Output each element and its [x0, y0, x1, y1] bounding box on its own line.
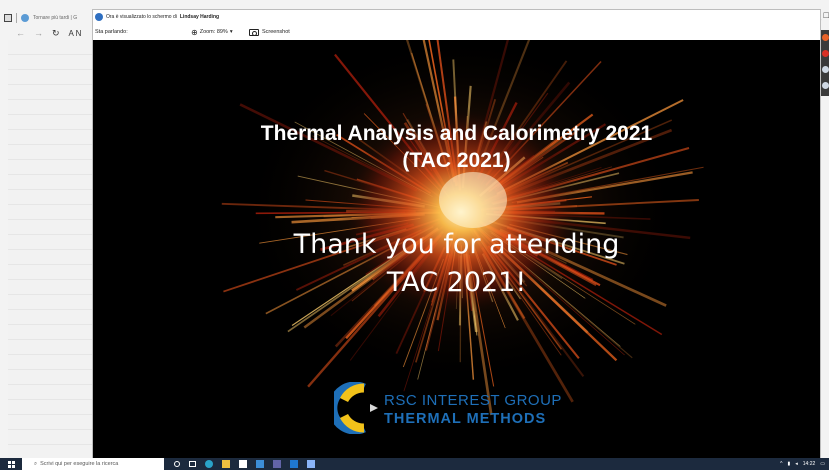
zoom-control[interactable]: ⊕ Zoom: 89% ▾	[191, 28, 249, 37]
windows-start-icon[interactable]	[0, 458, 22, 470]
teams-app-icon	[95, 12, 103, 21]
chevron-up-icon[interactable]: ^	[780, 461, 782, 467]
thermal-methods-logo-icon	[334, 382, 378, 434]
screen: Tornare più tardi | G ← → ↻ A N _ □ Ora …	[0, 0, 829, 470]
screenshot-label: Screenshot	[262, 29, 290, 35]
thank-you-line-1: Thank you for attending	[293, 229, 620, 260]
search-icon: ⌕	[34, 460, 38, 467]
clock-time: 14:22	[802, 460, 816, 467]
app-shortcut-icon[interactable]	[822, 82, 829, 89]
chevron-down-icon: ▾	[229, 29, 233, 35]
teams-icon[interactable]	[273, 460, 281, 468]
reload-icon[interactable]: ↻	[52, 28, 60, 39]
slide-title-line-2: (TAC 2021)	[402, 149, 511, 172]
forward-arrow-icon[interactable]: →	[34, 28, 43, 38]
task-view-icon[interactable]	[189, 461, 196, 467]
speaking-label: Sta parlando:	[95, 29, 128, 35]
slide-title-line-1: Thermal Analysis and Calorimetry 2021	[260, 122, 653, 145]
shared-slide: Thermal Analysis and Calorimetry 2021 (T…	[93, 40, 820, 458]
browser-nav-bar: ← → ↻ A N	[0, 26, 100, 40]
logo-line-2: THERMAL METHODS	[384, 411, 547, 427]
divider	[16, 13, 17, 23]
screenshot-button[interactable]: Screenshot	[249, 28, 290, 36]
share-title-prefix: Ora è visualizzato lo schermo di	[106, 13, 177, 20]
network-icon[interactable]: ▮	[787, 461, 790, 467]
tab-actions-icon[interactable]	[4, 14, 12, 22]
taskbar-apps	[164, 458, 315, 470]
store-icon[interactable]	[239, 460, 247, 468]
rsc-thermal-methods-logo: RSC INTEREST GROUP THERMAL METHODS	[334, 382, 574, 434]
slide-title: Thermal Analysis and Calorimetry 2021 (T…	[93, 120, 820, 174]
browser-tab-title[interactable]: Tornare più tardi | G	[33, 15, 81, 21]
background-page-content	[8, 40, 92, 458]
thank-you-line-2: TAC 2021!	[386, 267, 527, 298]
share-title-bar: Ora è visualizzato lo schermo di Lindsay…	[93, 10, 820, 23]
taskbar: ⌕ Scrivi qui per eseguire la ricerca ^ ▮…	[0, 458, 829, 470]
app-shortcut-icon[interactable]	[822, 50, 829, 57]
presenter-name: Lindsay Harding	[179, 13, 220, 20]
zoom-label: Zoom: 89%	[199, 29, 228, 35]
address-bar-fragment[interactable]: A N	[69, 29, 82, 38]
notifications-icon[interactable]: ▭	[820, 461, 825, 467]
cortana-icon[interactable]	[174, 461, 180, 467]
clock[interactable]: 14:22	[802, 460, 816, 467]
back-arrow-icon[interactable]: ←	[16, 28, 25, 38]
app-icon[interactable]	[307, 460, 315, 468]
zoom-icon: ⊕	[191, 27, 198, 37]
app-shortcut-icon[interactable]	[822, 34, 829, 41]
browser-tab-strip: Tornare più tardi | G	[0, 10, 100, 26]
file-explorer-icon[interactable]	[222, 460, 230, 468]
camera-icon	[249, 28, 259, 36]
floating-toolbar[interactable]	[821, 30, 829, 96]
taskbar-search-placeholder: Scrivi qui per eseguire la ricerca	[40, 461, 119, 467]
thank-you-message: Thank you for attending TAC 2021!	[93, 226, 820, 302]
outlook-icon[interactable]	[290, 460, 298, 468]
logo-line-1: RSC INTEREST GROUP	[384, 392, 562, 409]
tab-favicon-icon	[21, 14, 29, 22]
share-toolbar: Sta parlando: ⊕ Zoom: 89% ▾ Screenshot	[93, 23, 820, 41]
taskbar-search-box[interactable]: ⌕ Scrivi qui per eseguire la ricerca	[22, 458, 164, 470]
volume-icon[interactable]: ◂	[795, 461, 798, 467]
system-tray: ^ ▮ ◂ 14:22 ▭	[780, 458, 829, 470]
edge-icon[interactable]	[205, 460, 213, 468]
mail-icon[interactable]	[256, 460, 264, 468]
app-shortcut-icon[interactable]	[822, 66, 829, 73]
